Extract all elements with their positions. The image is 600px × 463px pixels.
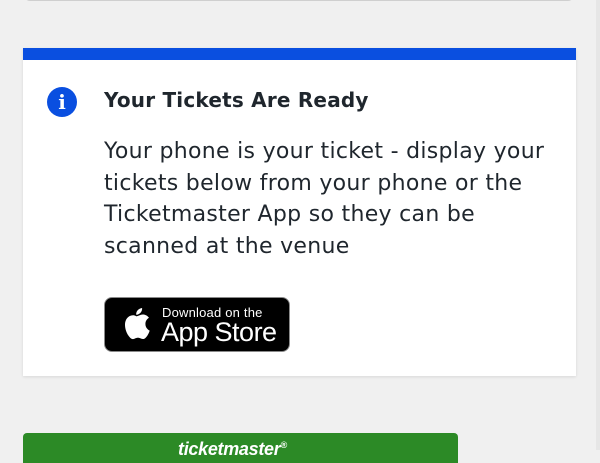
ticket-header-bar: ticketmaster®	[23, 433, 458, 463]
info-icon-glyph: i	[58, 90, 66, 114]
apple-icon	[125, 308, 150, 340]
logo-mark: ®	[280, 440, 287, 450]
badge-large-text: App Store	[161, 317, 277, 347]
notice-accent-bar	[23, 48, 576, 60]
notice-title: Your Tickets Are Ready	[104, 88, 369, 112]
previous-card	[24, 0, 574, 1]
info-icon: i	[47, 87, 77, 117]
notice-body: Your phone is your ticket - display your…	[104, 139, 545, 259]
tickets-ready-notice: i Your Tickets Are Ready Your phone is y…	[23, 48, 576, 376]
logo-text: ticketmaster	[178, 439, 281, 459]
scrollbar[interactable]	[596, 0, 600, 450]
app-store-download-button[interactable]: Download on the App Store	[104, 297, 290, 352]
